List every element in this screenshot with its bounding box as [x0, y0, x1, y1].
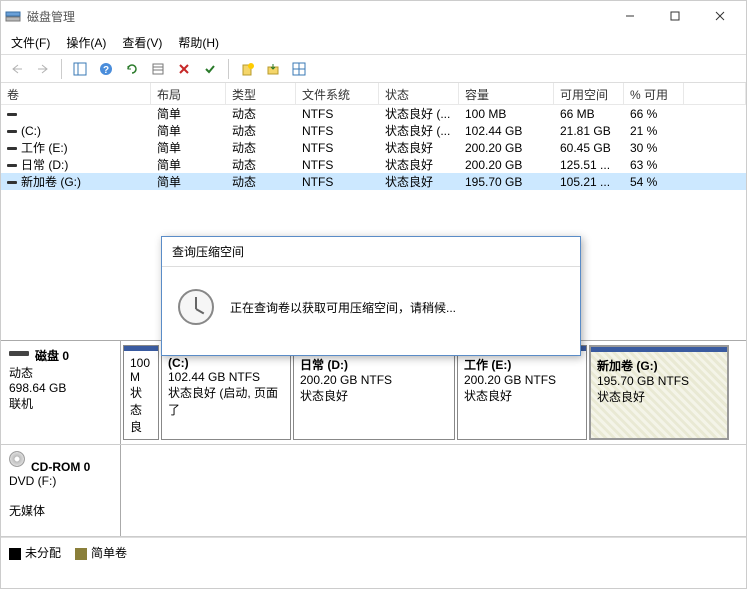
table-row[interactable]: 简单动态NTFS状态良好 (...100 MB66 MB66 % [1, 105, 746, 122]
close-button[interactable] [697, 2, 742, 30]
console-tree-button[interactable] [68, 58, 92, 80]
list-button[interactable] [146, 58, 170, 80]
disk-status: 无媒体 [9, 502, 112, 519]
properties-button[interactable] [287, 58, 311, 80]
disk-partitions: 100 M状态良(C:)102.44 GB NTFS状态良好 (启动, 页面了日… [121, 341, 746, 444]
disk-type: DVD (F:) [9, 474, 112, 488]
volume-icon [7, 164, 17, 167]
volume-table: 卷 布局 类型 文件系统 状态 容量 可用空间 % 可用 简单动态NTFS状态良… [1, 83, 746, 190]
query-shrink-dialog: 查询压缩空间 正在查询卷以获取可用压缩空间，请稍候... [161, 236, 581, 356]
menu-help[interactable]: 帮助(H) [170, 32, 227, 53]
dialog-message: 正在查询卷以获取可用压缩空间，请稍候... [230, 299, 456, 316]
disk-info[interactable]: 磁盘 0动态698.64 GB联机 [1, 341, 121, 444]
accept-button[interactable] [198, 58, 222, 80]
menu-file[interactable]: 文件(F) [3, 32, 58, 53]
col-layout[interactable]: 布局 [151, 83, 226, 104]
partition-name: (C:) [168, 356, 284, 370]
col-filesystem[interactable]: 文件系统 [296, 83, 379, 104]
volume-icon [7, 147, 17, 150]
col-capacity[interactable]: 容量 [459, 83, 554, 104]
legend-unallocated: 未分配 [9, 544, 61, 561]
new-volume-button[interactable] [235, 58, 259, 80]
partition-status: 状态良 [130, 384, 152, 435]
partition-name: 日常 (D:) [300, 356, 448, 373]
table-row[interactable]: 日常 (D:)简单动态NTFS状态良好200.20 GB125.51 ...63… [1, 156, 746, 173]
app-icon [5, 8, 21, 24]
minimize-button[interactable] [607, 2, 652, 30]
refresh-button[interactable] [120, 58, 144, 80]
disk-status: 联机 [9, 395, 112, 412]
partition-status: 状态良好 (启动, 页面了 [168, 384, 284, 418]
delete-button[interactable] [172, 58, 196, 80]
partition-size: 100 M [130, 356, 152, 384]
clock-icon [178, 289, 214, 325]
mount-button[interactable] [261, 58, 285, 80]
partition-size: 102.44 GB NTFS [168, 370, 284, 384]
back-button[interactable] [5, 58, 29, 80]
window-title: 磁盘管理 [27, 8, 607, 25]
table-row[interactable]: (C:)简单动态NTFS状态良好 (...102.44 GB21.81 GB21… [1, 122, 746, 139]
partition-bar [591, 347, 727, 352]
table-row[interactable]: 新加卷 (G:)简单动态NTFS状态良好195.70 GB105.21 ...5… [1, 173, 746, 190]
partition[interactable]: 工作 (E:)200.20 GB NTFS状态良好 [457, 345, 587, 440]
col-spacer [684, 83, 746, 104]
partition-size: 200.20 GB NTFS [464, 373, 580, 387]
menu-bar: 文件(F) 操作(A) 查看(V) 帮助(H) [1, 31, 746, 55]
disk-info[interactable]: CD-ROM 0DVD (F:) 无媒体 [1, 445, 121, 536]
partition-status: 状态良好 [597, 388, 721, 405]
disk-type: 动态 [9, 364, 112, 381]
disk-panel: 磁盘 0动态698.64 GB联机100 M状态良(C:)102.44 GB N… [1, 340, 746, 537]
menu-view[interactable]: 查看(V) [114, 32, 170, 53]
dialog-title: 查询压缩空间 [162, 237, 580, 267]
partition-size: 200.20 GB NTFS [300, 373, 448, 387]
table-row[interactable]: 工作 (E:)简单动态NTFS状态良好200.20 GB60.45 GB30 % [1, 139, 746, 156]
forward-button[interactable] [31, 58, 55, 80]
disk-size: 698.64 GB [9, 381, 112, 395]
disk-partitions [121, 445, 746, 536]
title-bar: 磁盘管理 [1, 1, 746, 31]
disk-name: 磁盘 0 [35, 349, 69, 363]
col-status[interactable]: 状态 [379, 83, 459, 104]
legend: 未分配 简单卷 [1, 537, 746, 567]
partition[interactable]: 新加卷 (G:)195.70 GB NTFS状态良好 [589, 345, 729, 440]
cdrom-icon [9, 451, 25, 467]
partition-status: 状态良好 [300, 387, 448, 404]
legend-unallocated-swatch [9, 548, 21, 560]
table-header: 卷 布局 类型 文件系统 状态 容量 可用空间 % 可用 [1, 83, 746, 105]
volume-icon [7, 181, 17, 184]
legend-simple: 简单卷 [75, 544, 127, 561]
svg-text:?: ? [103, 65, 109, 76]
partition-size: 195.70 GB NTFS [597, 374, 721, 388]
col-type[interactable]: 类型 [226, 83, 296, 104]
maximize-button[interactable] [652, 2, 697, 30]
help-button[interactable]: ? [94, 58, 118, 80]
disk-name: CD-ROM 0 [31, 460, 90, 474]
partition-name: 新加卷 (G:) [597, 357, 721, 374]
volume-icon [7, 130, 17, 133]
col-pct[interactable]: % 可用 [624, 83, 684, 104]
col-volume[interactable]: 卷 [1, 83, 151, 104]
menu-action[interactable]: 操作(A) [58, 32, 114, 53]
partition[interactable]: 100 M状态良 [123, 345, 159, 440]
partition[interactable]: (C:)102.44 GB NTFS状态良好 (启动, 页面了 [161, 345, 291, 440]
partition-status: 状态良好 [464, 387, 580, 404]
disk-icon [9, 351, 29, 356]
legend-simple-swatch [75, 548, 87, 560]
col-free[interactable]: 可用空间 [554, 83, 624, 104]
volume-icon [7, 113, 17, 116]
disk-row: CD-ROM 0DVD (F:) 无媒体 [1, 445, 746, 537]
disk-row: 磁盘 0动态698.64 GB联机100 M状态良(C:)102.44 GB N… [1, 341, 746, 445]
toolbar: ? [1, 55, 746, 83]
partition[interactable]: 日常 (D:)200.20 GB NTFS状态良好 [293, 345, 455, 440]
partition-name: 工作 (E:) [464, 356, 580, 373]
partition-bar [124, 346, 158, 351]
